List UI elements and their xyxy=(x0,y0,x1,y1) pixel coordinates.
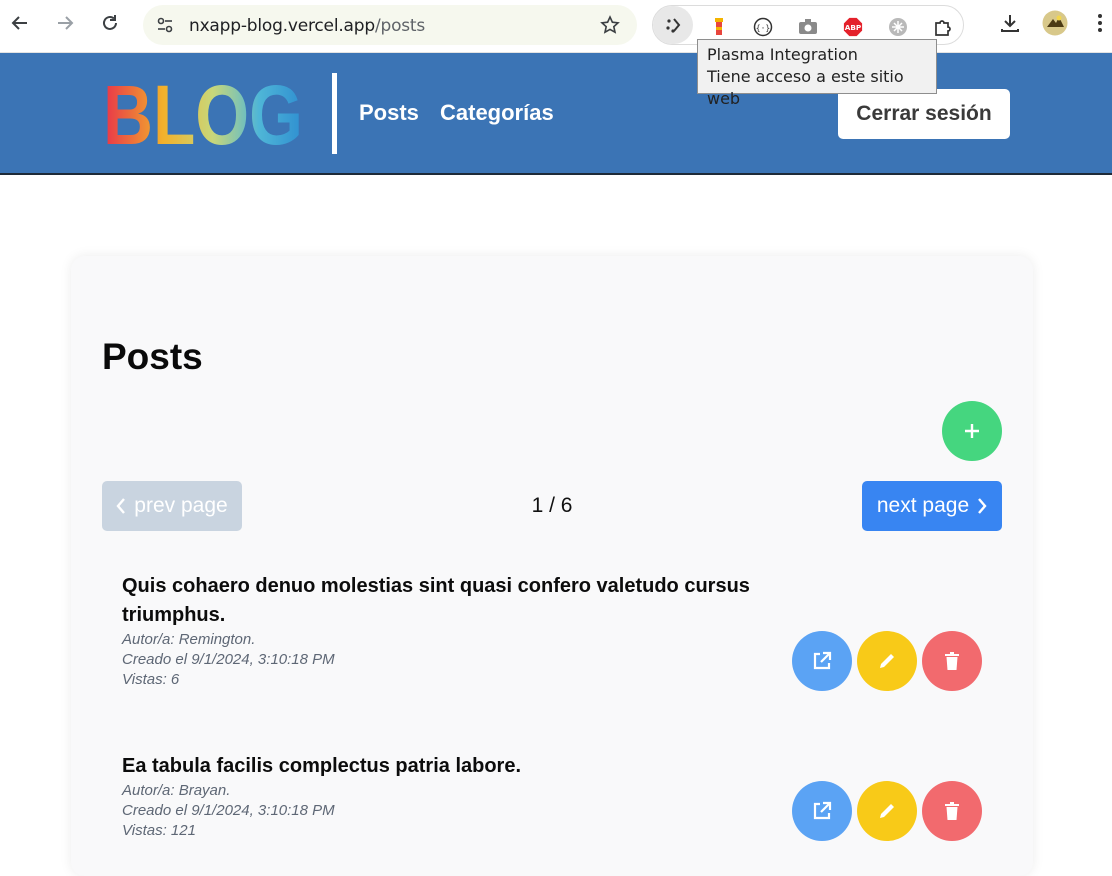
prev-page-label: prev page xyxy=(134,494,228,517)
external-link-icon xyxy=(813,801,832,820)
add-post-button[interactable] xyxy=(942,401,1002,461)
puzzle-icon xyxy=(935,20,951,36)
edit-post-button[interactable] xyxy=(857,631,917,691)
edit-post-button[interactable] xyxy=(857,781,917,841)
camera-icon xyxy=(799,19,817,34)
reload-button[interactable] xyxy=(95,8,125,38)
next-page-label: next page xyxy=(876,494,970,517)
page-indicator: 1 / 6 xyxy=(531,494,573,517)
lighthouse-icon xyxy=(715,18,723,35)
blog-logo-image: BLOG xyxy=(103,68,303,162)
view-post-button[interactable] xyxy=(792,781,852,841)
svg-text:{·}: {·} xyxy=(756,24,770,33)
kebab-menu-icon xyxy=(1098,14,1102,32)
nav-posts-link[interactable]: Posts xyxy=(359,100,419,126)
extensions-menu-button[interactable] xyxy=(933,17,953,37)
delete-post-button[interactable] xyxy=(922,631,982,691)
download-icon xyxy=(1001,15,1019,32)
blog-logo[interactable]: BLOG xyxy=(103,68,303,162)
extension-gray-button[interactable] xyxy=(888,17,908,37)
url-text: nxapp-blog.vercel.app/posts xyxy=(189,16,425,36)
url-path: /posts xyxy=(374,16,426,36)
delete-post-button[interactable] xyxy=(922,781,982,841)
site-settings-icon[interactable] xyxy=(156,16,174,34)
svg-text:ABP: ABP xyxy=(845,23,862,32)
extension-adblock-button[interactable]: ABP xyxy=(843,17,863,37)
svg-text:BLOG: BLOG xyxy=(103,78,303,150)
extension-screenshot-button[interactable] xyxy=(798,17,818,37)
page-title: Posts xyxy=(102,336,203,377)
extension-badge-icon xyxy=(889,18,907,36)
view-post-button[interactable] xyxy=(792,631,852,691)
profile-button[interactable] xyxy=(1040,8,1070,38)
address-bar[interactable]: nxapp-blog.vercel.app/posts xyxy=(143,5,637,45)
browser-menu-button[interactable] xyxy=(1085,8,1112,38)
adblock-plus-icon: ABP xyxy=(843,17,863,37)
next-page-button[interactable]: next page xyxy=(862,481,1002,531)
chevron-right-icon xyxy=(978,498,987,514)
app-header: BLOG Posts Categorías Cerrar sesión xyxy=(0,53,1112,175)
trash-icon xyxy=(945,802,959,820)
avatar xyxy=(1042,10,1068,36)
header-divider xyxy=(332,73,337,154)
reload-icon xyxy=(103,15,117,30)
nav-categories-link[interactable]: Categorías xyxy=(440,100,554,126)
browser-toolbar: nxapp-blog.vercel.app/posts {·} ABP xyxy=(0,0,1112,53)
pencil-icon xyxy=(880,804,894,818)
bookmark-star-icon[interactable] xyxy=(600,15,620,35)
url-host: nxapp-blog.vercel.app xyxy=(189,16,375,36)
downloads-button[interactable] xyxy=(995,8,1025,38)
plus-icon xyxy=(965,424,979,438)
chevron-left-icon xyxy=(116,498,126,514)
extension-json-button[interactable]: {·} xyxy=(753,17,773,37)
back-button[interactable] xyxy=(5,8,35,38)
json-viewer-icon: {·} xyxy=(753,17,773,37)
post-title: Quis cohaero denuo molestias sint quasi … xyxy=(122,575,750,626)
plasma-extension-button[interactable] xyxy=(653,6,693,44)
tooltip-title: Plasma Integration xyxy=(707,45,858,64)
external-link-icon xyxy=(813,651,832,670)
forward-button[interactable] xyxy=(50,8,80,38)
extension-lighthouse-button[interactable] xyxy=(709,17,729,37)
trash-icon xyxy=(945,652,959,670)
prev-page-button[interactable]: prev page xyxy=(102,481,242,531)
arrow-left-icon xyxy=(11,16,27,30)
tooltip-description: Tiene acceso a este sitio web xyxy=(707,67,904,108)
plasma-icon xyxy=(666,18,681,33)
post-title: Ea tabula facilis complectus patria labo… xyxy=(122,755,522,777)
arrow-right-icon xyxy=(58,16,74,30)
extension-tooltip: Plasma Integration Tiene acceso a este s… xyxy=(697,39,937,108)
pencil-icon xyxy=(880,654,894,668)
